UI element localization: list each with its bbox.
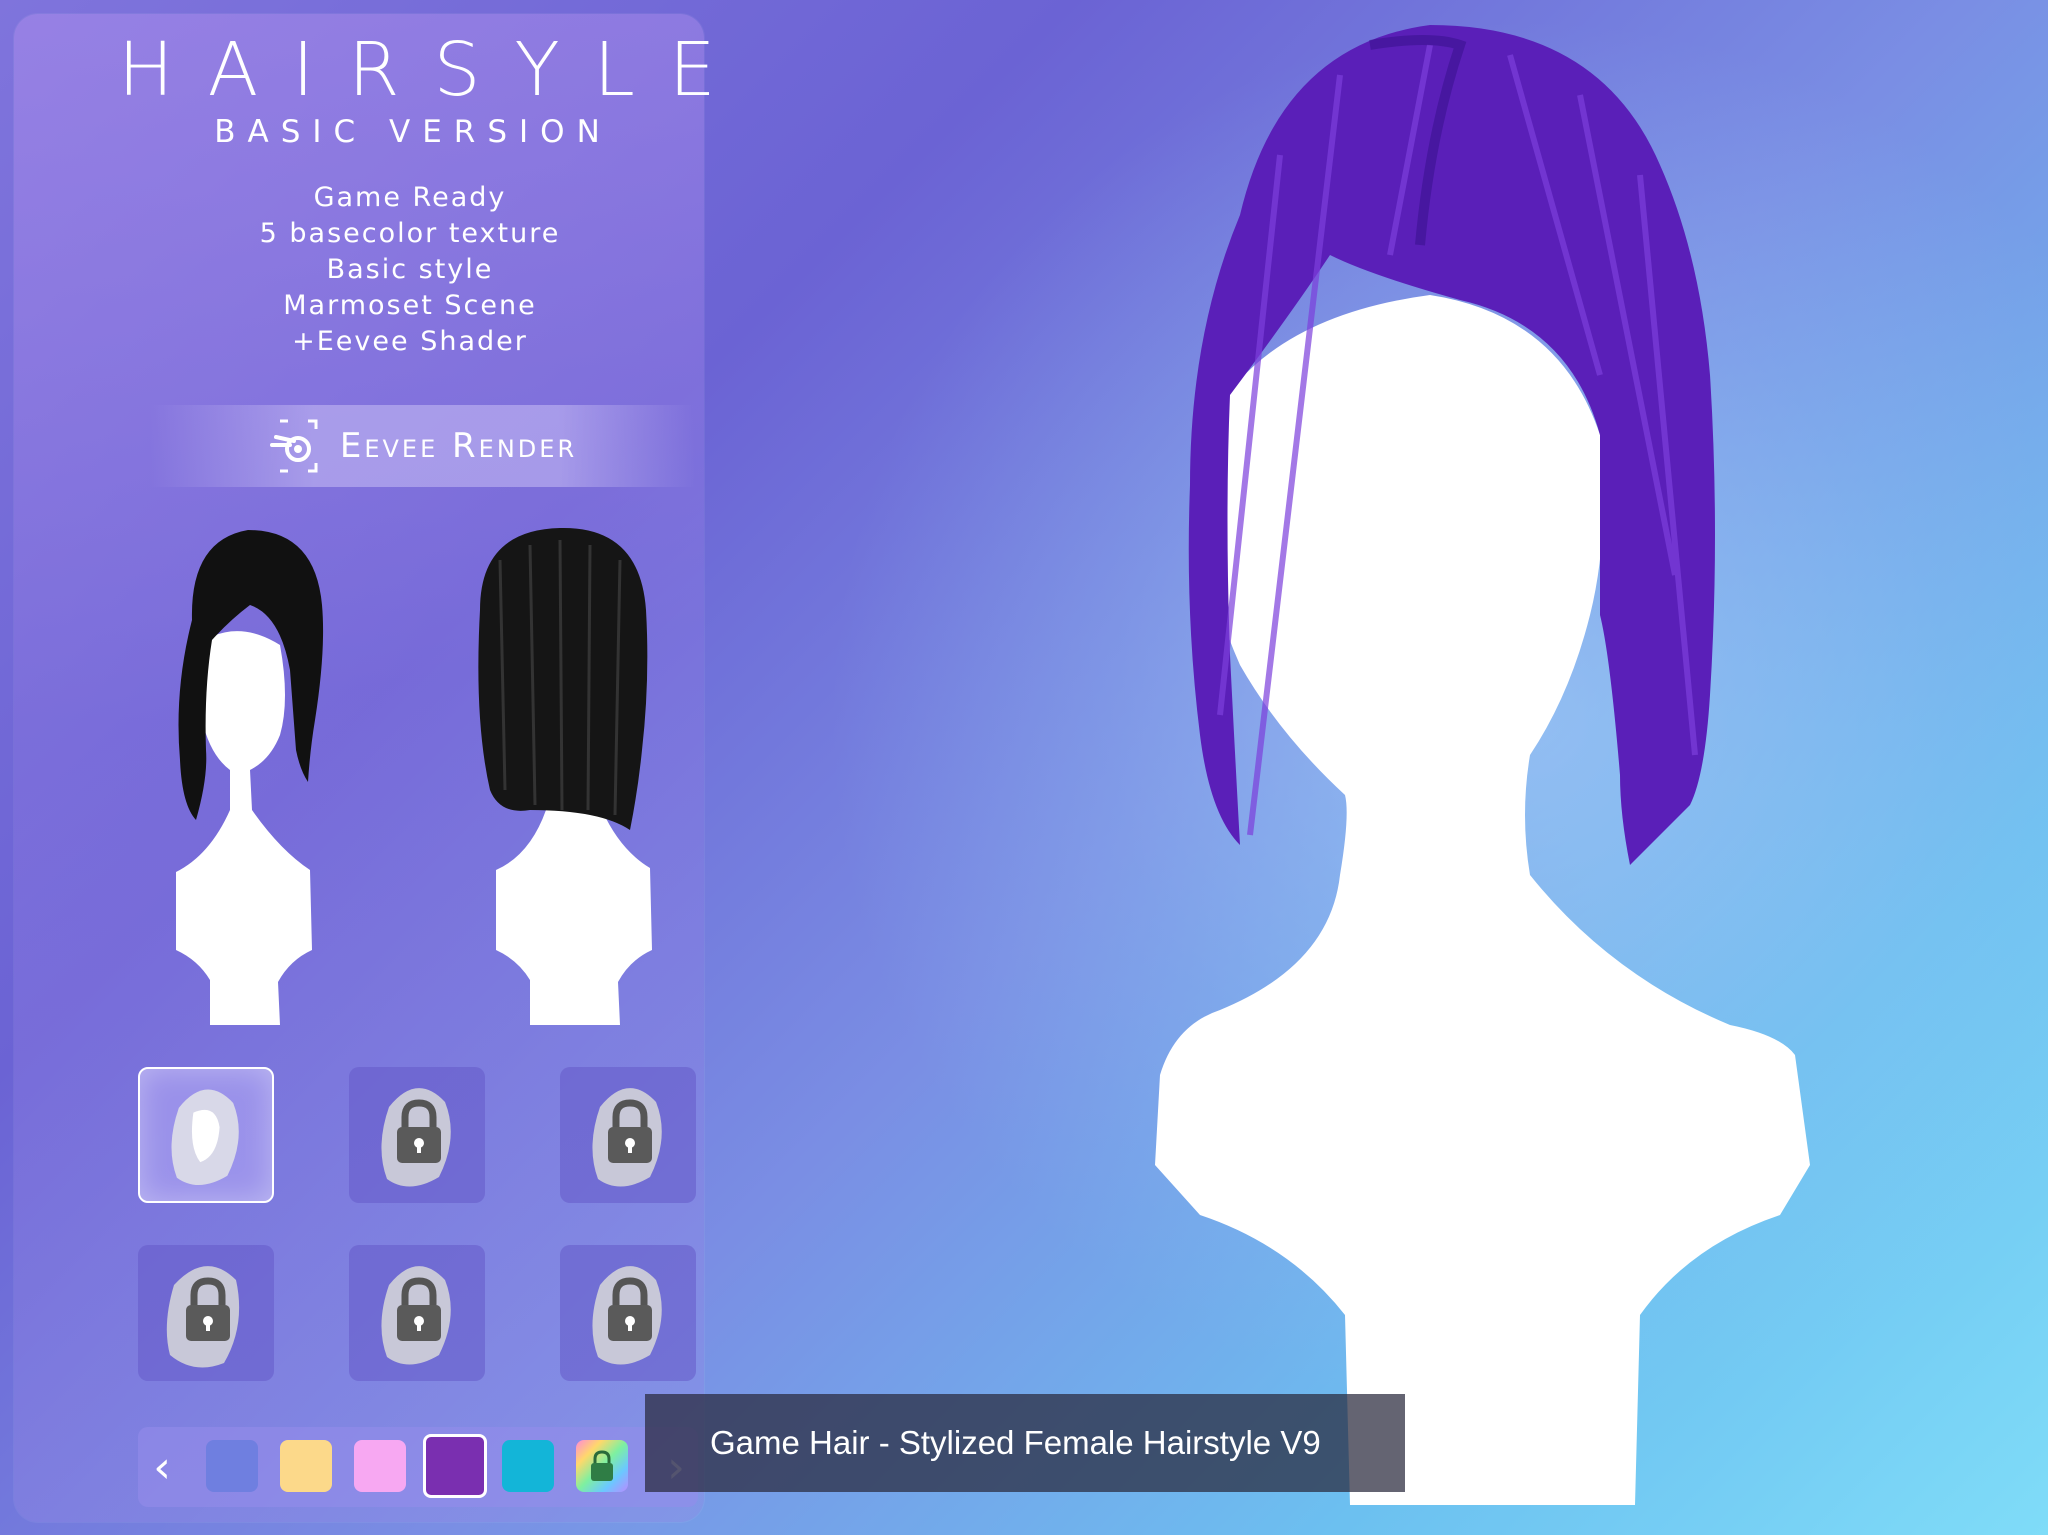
game-menu-screen: HAIRSYLE BASIC VERSION Game Ready 5 base… [0,0,2048,1535]
feature-item: 5 basecolor texture [259,218,561,249]
hairstyle-slot-2[interactable] [349,1067,485,1203]
hairstyle-slot-5[interactable] [349,1245,485,1381]
color-swatch-bar: ‹ › [138,1427,698,1507]
render-banner: Eevee Render [150,405,695,487]
hair-black [478,527,648,830]
feature-item: Game Ready [313,182,507,213]
preview-back-view [450,520,690,1025]
swatch-rainbow-locked[interactable] [576,1440,628,1492]
page-title: HAIRSYLE [118,27,750,113]
chevron-left-icon[interactable]: ‹ [142,1427,182,1507]
page-subtitle: BASIC VERSION [214,114,612,150]
feature-item: +Eevee Shader [292,326,528,357]
feature-list: Game Ready 5 basecolor texture Basic sty… [160,180,660,360]
swatch-blonde[interactable] [280,1440,332,1492]
swatch-cyan[interactable] [502,1440,554,1492]
hairstyle-slot-4[interactable] [138,1245,274,1381]
swatch-purple[interactable] [423,1434,487,1498]
hairstyle-slot-3[interactable] [560,1067,696,1203]
hairstyle-slot-6[interactable] [560,1245,696,1381]
blender-icon [269,419,318,473]
hairstyle-slot-1[interactable] [138,1067,274,1203]
feature-item: Marmoset Scene [283,290,537,321]
product-caption: Game Hair - Stylized Female Hairstyle V9 [645,1394,1405,1492]
swatch-blue[interactable] [206,1440,258,1492]
swatch-pink[interactable] [354,1440,406,1492]
preview-front-view [130,520,370,1025]
lock-icon [591,1450,613,1481]
render-label: Eevee Render [339,426,578,466]
main-hair-preview [1130,15,1900,1505]
feature-item: Basic style [326,254,494,285]
